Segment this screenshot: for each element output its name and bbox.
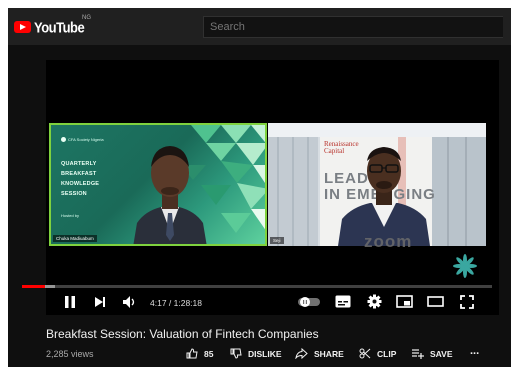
participant-tile-right: Renaissance Capital LEADING IN EMERGING …	[268, 123, 486, 246]
volume-icon[interactable]	[122, 295, 138, 309]
dislike-button[interactable]: DISLIKE	[230, 348, 282, 359]
player-controls: 4:17 / 1:28:18	[8, 289, 511, 315]
share-icon	[295, 348, 308, 359]
youtube-logo[interactable]: YouTube NG	[14, 15, 91, 36]
speaker-right	[338, 147, 430, 246]
masthead: YouTube NG	[8, 8, 511, 45]
logo-wordmark: YouTube	[34, 18, 85, 36]
miniplayer-icon[interactable]	[396, 295, 413, 308]
save-button[interactable]: SAVE	[412, 348, 453, 359]
time-display: 4:17 / 1:28:18	[150, 298, 203, 308]
clip-button[interactable]: CLIP	[359, 348, 396, 359]
participant-name-left: Chuka Madiuabum	[53, 235, 97, 242]
progress-bar[interactable]	[22, 285, 492, 288]
like-button[interactable]: 85	[186, 348, 213, 359]
search-input[interactable]	[204, 17, 496, 37]
thumbs-down-icon	[230, 348, 242, 359]
scissors-icon	[359, 348, 371, 359]
participant-tile-left: CFA Society Nigeria QUARTERLY BREAKFAST …	[49, 123, 267, 246]
next-icon[interactable]	[94, 296, 106, 308]
theater-mode-icon[interactable]	[427, 295, 444, 308]
slide-hosted-by: Hosted by	[61, 213, 80, 218]
slide-org-name: CFA Society Nigeria	[61, 137, 104, 143]
video-player[interactable]: CFA Society Nigeria QUARTERLY BREAKFAST …	[46, 60, 499, 315]
view-count: 2,285 views	[46, 349, 94, 359]
cfa-logo-icon	[61, 137, 66, 143]
more-actions-button[interactable]: ...	[470, 345, 479, 357]
settings-gear-icon[interactable]	[367, 294, 382, 309]
pause-icon[interactable]	[64, 295, 76, 309]
zoom-watermark: zoom	[364, 232, 413, 251]
youtube-play-icon	[14, 21, 31, 33]
youtube-window: YouTube NG Search CFA Society Nigeria QU…	[8, 8, 511, 367]
fullscreen-icon[interactable]	[460, 295, 474, 309]
autoplay-toggle-icon[interactable]	[298, 297, 320, 307]
thumbs-up-icon	[186, 348, 198, 359]
share-button[interactable]: SHARE	[295, 348, 344, 359]
zoom-logo-icon	[453, 254, 477, 278]
participant-name-right: Seji	[270, 237, 284, 244]
add-to-playlist-icon	[412, 349, 424, 359]
search-box[interactable]	[203, 16, 503, 38]
captions-icon[interactable]	[335, 295, 351, 308]
slide-heading: QUARTERLY BREAKFAST KNOWLEDGE SESSION	[61, 161, 100, 197]
speaker-left	[133, 146, 207, 244]
country-code: NG	[82, 15, 91, 21]
video-title: Breakfast Session: Valuation of Fintech …	[46, 327, 319, 341]
progress-played	[22, 285, 45, 288]
